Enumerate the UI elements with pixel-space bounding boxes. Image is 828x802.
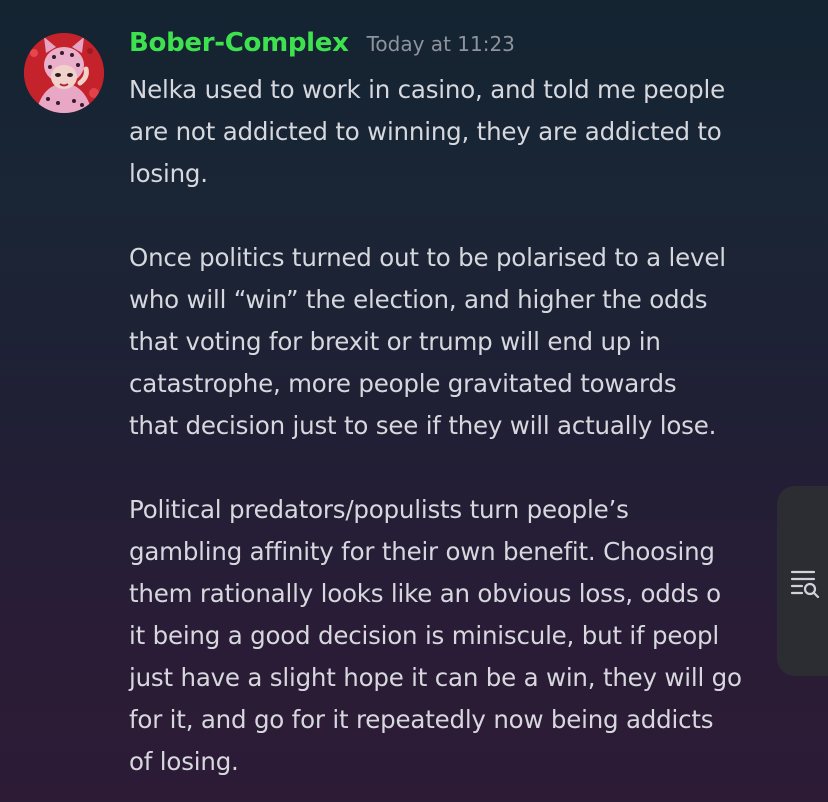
message-text-line: gambling affinity for their own benefit.… [129, 537, 715, 566]
message-header: Bober-Complex Today at 11:23 [129, 28, 515, 68]
message-text-line: Political predators/populists turn peopl… [129, 495, 629, 524]
side-panel-tab[interactable] [777, 486, 828, 676]
message-text-line: that voting for brexit or trump will end… [129, 327, 661, 356]
message-text-line: Nelka used to work in casino, and told m… [129, 75, 725, 104]
message-text-line: are not addicted to winning, they are ad… [129, 117, 722, 146]
message-content: Nelka used to work in casino, and told m… [129, 69, 809, 783]
message-timestamp: Today at 11:23 [366, 32, 515, 56]
search-list-icon[interactable] [789, 568, 821, 598]
message-text-line: that decision just to see if they will a… [129, 411, 717, 440]
chat-message: Bober-Complex Today at 11:23 Nelka used … [0, 0, 828, 802]
author-name[interactable]: Bober-Complex [129, 28, 349, 58]
message-text-line: it being a good decision is miniscule, b… [129, 621, 720, 650]
message-text-line: Once politics turned out to be polarised… [129, 243, 726, 272]
message-text-line: losing. [129, 159, 208, 188]
message-text-line: them rationally looks like an obvious lo… [129, 579, 721, 608]
avatar-image [24, 33, 104, 113]
message-text-line: for it, and go for it repeatedly now bei… [129, 705, 714, 734]
avatar[interactable] [24, 33, 104, 113]
message-text-line: of losing. [129, 747, 239, 776]
message-text-line: who will “win” the election, and higher … [129, 285, 708, 314]
message-text-line: just have a slight hope it can be a win,… [129, 663, 742, 692]
message-text-line: catastrophe, more people gravitated towa… [129, 369, 677, 398]
